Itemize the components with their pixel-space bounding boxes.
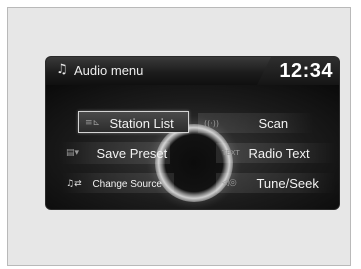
radio-text-icon: TEXT [222, 149, 240, 158]
save-preset-button[interactable]: ▤▾ Save Preset [60, 142, 170, 164]
radio-text-label: Radio Text [248, 146, 310, 162]
station-list-label: Station List [109, 116, 174, 132]
save-preset-label: Save Preset [96, 146, 168, 162]
scan-icon: ((·)) [204, 118, 220, 128]
title-bar: ♫ Audio menu 12:34 [46, 57, 339, 86]
clock: 12:34 [279, 60, 333, 82]
music-note-icon: ♫ [56, 62, 68, 77]
change-source-icon: ♫⇄ [66, 179, 82, 190]
radio-text-button[interactable]: TEXT Radio Text [216, 143, 336, 163]
save-preset-icon: ▤▾ [66, 148, 80, 159]
scan-label: Scan [258, 116, 289, 132]
figure-frame: ♫ Audio menu 12:34 ≡⊾ Station List ▤▾ Sa… [7, 7, 351, 266]
audio-screen: ♫ Audio menu 12:34 ≡⊾ Station List ▤▾ Sa… [46, 57, 339, 209]
menu-area: ≡⊾ Station List ▤▾ Save Preset ♫⇄ Change… [46, 85, 339, 209]
tune-seek-label: Tune/Seek [256, 176, 319, 192]
tune-seek-icon: ◁◎ [222, 178, 237, 189]
tune-seek-button[interactable]: ◁◎ Tune/Seek [216, 173, 336, 193]
scan-button[interactable]: ((·)) Scan [198, 113, 314, 133]
change-source-label: Change Source [92, 178, 162, 190]
station-list-button[interactable]: ≡⊾ Station List [78, 111, 189, 133]
screen-title: Audio menu [74, 63, 144, 78]
change-source-button[interactable]: ♫⇄ Change Source [62, 173, 174, 193]
station-list-icon: ≡⊾ [85, 118, 101, 129]
